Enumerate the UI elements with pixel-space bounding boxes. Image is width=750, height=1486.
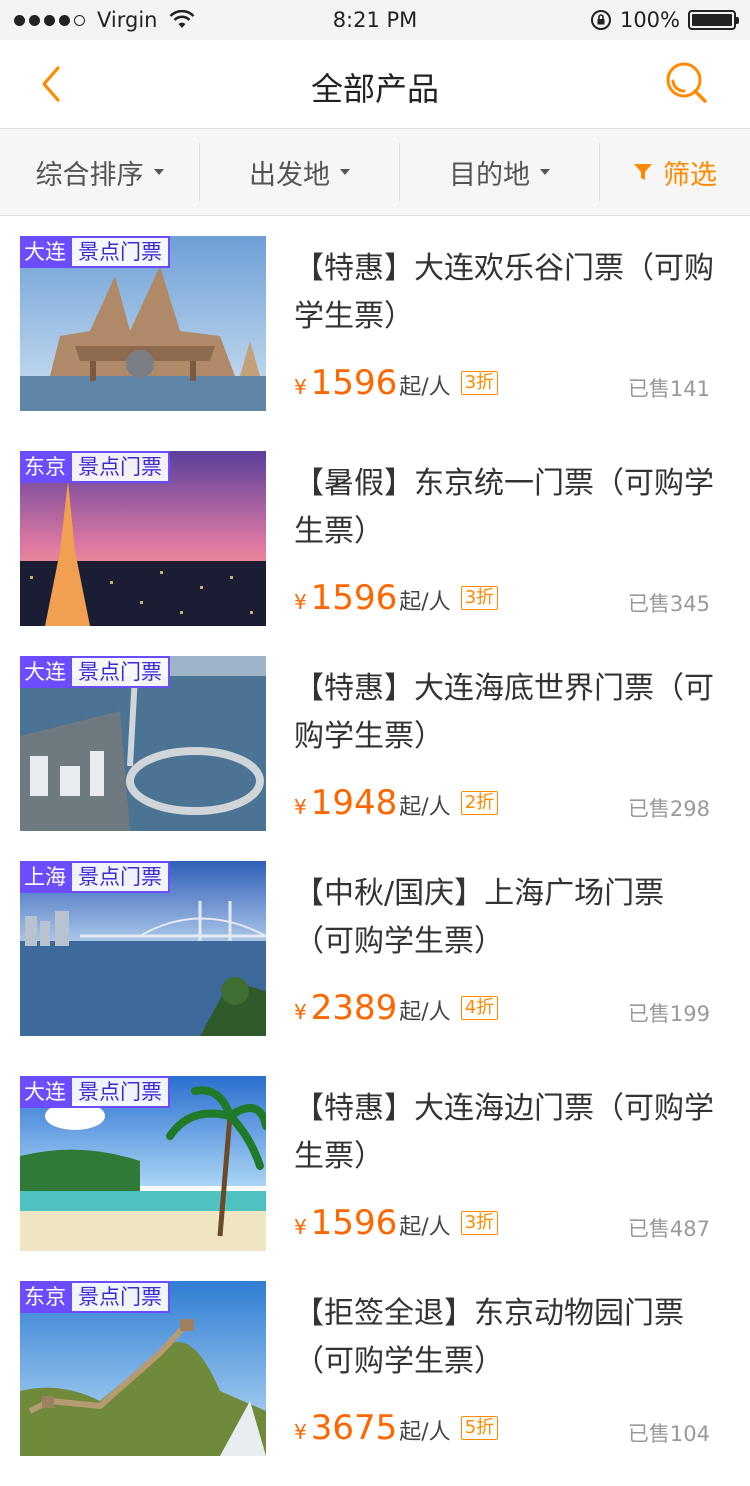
sold-count: 已售345 bbox=[627, 592, 710, 616]
price-unit: 起/人 bbox=[399, 375, 451, 400]
category-tag: 景点门票 bbox=[70, 451, 170, 483]
discount-badge: 4折 bbox=[460, 996, 499, 1020]
category-tag: 景点门票 bbox=[70, 656, 170, 688]
city-tag: 东京 bbox=[20, 451, 70, 483]
navigation-bar: 全部产品 bbox=[0, 40, 750, 128]
caret-down-icon bbox=[153, 169, 164, 175]
currency-symbol: ¥ bbox=[294, 375, 307, 399]
discount-badge: 3折 bbox=[460, 371, 499, 395]
product-image: 东京 景点门票 bbox=[20, 451, 266, 626]
product-item[interactable]: 大连 景点门票 【特惠】大连海边门票（可购学生票） ¥ 1596 起/人 3折 … bbox=[0, 1055, 750, 1270]
product-image: 大连 景点门票 bbox=[20, 656, 266, 831]
city-tag: 大连 bbox=[20, 1076, 70, 1108]
city-tag: 大连 bbox=[20, 656, 70, 688]
price-amount: 1596 bbox=[310, 578, 398, 618]
product-title: 【特惠】大连欢乐谷门票（可购学生票） bbox=[294, 251, 714, 334]
product-image: 大连 景点门票 bbox=[20, 1076, 266, 1251]
price-amount: 2389 bbox=[310, 988, 398, 1028]
price-amount: 3675 bbox=[310, 1408, 398, 1448]
product-title: 【暑假】东京统一门票（可购学生票） bbox=[294, 466, 714, 549]
discount-badge: 3折 bbox=[460, 586, 499, 610]
battery-percent: 100% bbox=[619, 8, 680, 32]
sold-count: 已售141 bbox=[627, 377, 710, 401]
product-price: ¥ 3675 起/人 5折 bbox=[294, 1408, 499, 1448]
currency-symbol: ¥ bbox=[294, 1420, 307, 1444]
product-image: 大连 景点门票 bbox=[20, 236, 266, 411]
product-item[interactable]: 东京 景点门票 【拒签全退】东京动物园门票（可购学生票） ¥ 3675 起/人 … bbox=[0, 1260, 750, 1475]
category-tag: 景点门票 bbox=[70, 1281, 170, 1313]
product-tag: 东京 景点门票 bbox=[20, 451, 170, 483]
product-tag: 大连 景点门票 bbox=[20, 656, 170, 688]
sold-count: 已售298 bbox=[627, 797, 710, 821]
category-tag: 景点门票 bbox=[70, 1076, 170, 1108]
currency-symbol: ¥ bbox=[294, 795, 307, 819]
product-tag: 大连 景点门票 bbox=[20, 236, 170, 268]
discount-badge: 3折 bbox=[460, 1211, 499, 1235]
product-price: ¥ 1596 起/人 3折 bbox=[294, 578, 499, 618]
currency-symbol: ¥ bbox=[294, 1215, 307, 1239]
sort-dropdown[interactable]: 综合排序 bbox=[0, 143, 200, 201]
product-price: ¥ 1596 起/人 3折 bbox=[294, 1203, 499, 1243]
product-item[interactable]: 大连 景点门票 【特惠】大连欢乐谷门票（可购学生票） ¥ 1596 起/人 3折… bbox=[0, 215, 750, 430]
product-item[interactable]: 东京 景点门票 【暑假】东京统一门票（可购学生票） ¥ 1596 起/人 3折 … bbox=[0, 430, 750, 645]
product-price: ¥ 2389 起/人 4折 bbox=[294, 988, 499, 1028]
rotation-lock-icon bbox=[590, 10, 611, 30]
sold-count: 已售104 bbox=[627, 1422, 710, 1446]
price-amount: 1596 bbox=[310, 363, 398, 403]
sold-count: 已售487 bbox=[627, 1217, 710, 1241]
product-tag: 大连 景点门票 bbox=[20, 1076, 170, 1108]
price-unit: 起/人 bbox=[399, 1215, 451, 1240]
status-bar: Virgin 8:21 PM 100% bbox=[0, 0, 750, 40]
status-right: 100% bbox=[590, 8, 739, 32]
search-icon[interactable] bbox=[664, 60, 710, 106]
product-tag: 上海 景点门票 bbox=[20, 861, 170, 893]
product-title: 【中秋/国庆】上海广场门票（可购学生票） bbox=[294, 876, 665, 959]
battery-icon bbox=[688, 10, 739, 30]
sold-count: 已售199 bbox=[627, 1002, 710, 1026]
funnel-icon bbox=[634, 164, 652, 180]
city-tag: 大连 bbox=[20, 236, 70, 268]
product-title: 【拒签全退】东京动物园门票（可购学生票） bbox=[294, 1296, 684, 1379]
discount-badge: 2折 bbox=[460, 791, 499, 815]
filter-label: 筛选 bbox=[663, 159, 717, 191]
product-image: 东京 景点门票 bbox=[20, 1281, 266, 1456]
departure-dropdown[interactable]: 出发地 bbox=[200, 143, 400, 201]
price-amount: 1948 bbox=[310, 783, 398, 823]
filter-bar: 综合排序 出发地 目的地 筛选 bbox=[0, 128, 750, 216]
page-title: 全部产品 bbox=[310, 70, 439, 108]
discount-badge: 5折 bbox=[460, 1416, 499, 1440]
product-price: ¥ 1596 起/人 3折 bbox=[294, 363, 499, 403]
departure-label: 出发地 bbox=[249, 159, 330, 191]
product-tag: 东京 景点门票 bbox=[20, 1281, 170, 1313]
price-amount: 1596 bbox=[310, 1203, 398, 1243]
product-item[interactable]: 上海 景点门票 【中秋/国庆】上海广场门票（可购学生票） ¥ 2389 起/人 … bbox=[0, 840, 750, 1055]
destination-dropdown[interactable]: 目的地 bbox=[400, 143, 600, 201]
price-unit: 起/人 bbox=[399, 590, 451, 615]
price-unit: 起/人 bbox=[399, 795, 451, 820]
product-title: 【特惠】大连海底世界门票（可购学生票） bbox=[294, 671, 714, 754]
sort-label: 综合排序 bbox=[35, 159, 144, 191]
filter-button[interactable]: 筛选 bbox=[600, 143, 750, 201]
destination-label: 目的地 bbox=[449, 159, 530, 191]
currency-symbol: ¥ bbox=[294, 590, 307, 614]
battery-level bbox=[692, 14, 732, 26]
product-image: 上海 景点门票 bbox=[20, 861, 266, 1036]
product-price: ¥ 1948 起/人 2折 bbox=[294, 783, 499, 823]
product-item[interactable]: 大连 景点门票 【特惠】大连海底世界门票（可购学生票） ¥ 1948 起/人 2… bbox=[0, 635, 750, 850]
product-title: 【特惠】大连海边门票（可购学生票） bbox=[294, 1091, 714, 1174]
caret-down-icon bbox=[540, 169, 550, 175]
price-unit: 起/人 bbox=[399, 1420, 451, 1445]
currency-symbol: ¥ bbox=[294, 1000, 307, 1024]
price-unit: 起/人 bbox=[399, 1000, 451, 1025]
city-tag: 上海 bbox=[20, 861, 70, 893]
caret-down-icon bbox=[340, 169, 350, 175]
category-tag: 景点门票 bbox=[70, 861, 170, 893]
city-tag: 东京 bbox=[20, 1281, 70, 1313]
category-tag: 景点门票 bbox=[70, 236, 170, 268]
